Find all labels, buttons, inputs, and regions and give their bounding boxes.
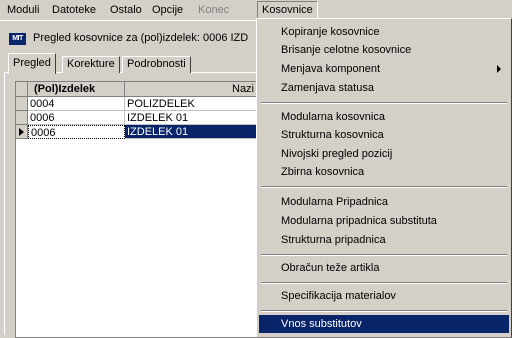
menu-separator	[261, 102, 507, 104]
menu-item-label: Menjava komponent	[281, 63, 381, 75]
tab-podrobnosti[interactable]: Podrobnosti	[122, 56, 191, 73]
menu-item-specifikacija-materialov[interactable]: Specifikacija materialov	[259, 287, 509, 305]
menu-item-strukturna-pripadnica[interactable]: Strukturna pripadnica	[259, 231, 509, 249]
app-logo-icon: MIT	[9, 33, 26, 45]
menu-item-strukturna-kosovnica[interactable]: Strukturna kosovnica	[259, 126, 509, 144]
menu-separator	[261, 254, 507, 256]
menu-item-modularna-pripadnica-substituta[interactable]: Modularna pripadnica substituta	[259, 212, 509, 230]
menu-opcije[interactable]: Opcije	[148, 2, 187, 18]
menu-separator	[261, 186, 507, 188]
cell-code[interactable]: 0004	[28, 97, 125, 111]
menu-ostalo[interactable]: Ostalo	[106, 2, 146, 18]
current-row-indicator[interactable]	[16, 125, 28, 139]
cell-code-current[interactable]: 0006	[28, 125, 125, 139]
menu-item-modularna-kosovnica[interactable]: Modularna kosovnica	[259, 108, 509, 126]
menu-item-modularna-pripadnica[interactable]: Modularna Pripadnica	[259, 193, 509, 211]
tab-pregled[interactable]: Pregled	[8, 53, 56, 74]
menu-separator	[261, 282, 507, 284]
menu-moduli[interactable]: Moduli	[3, 2, 43, 18]
menu-item-obracun-teze[interactable]: Obračun teže artikla	[259, 259, 509, 277]
column-header-polizdelek[interactable]: (Pol)Izdelek	[28, 82, 125, 97]
menu-kosovnice[interactable]: Kosovnice	[257, 1, 318, 19]
menu-item-nivojski-pregled[interactable]: Nivojski pregled pozicij	[259, 145, 509, 163]
row-indicator[interactable]	[16, 111, 28, 125]
submenu-arrow-icon	[497, 65, 501, 73]
menu-konec: Konec	[198, 4, 230, 16]
menu-item-kopiranje[interactable]: Kopiranje kosovnice	[259, 23, 509, 41]
grid-corner	[16, 82, 28, 97]
current-row-arrow-icon	[19, 128, 24, 136]
menu-item-brisanje[interactable]: Brisanje celotne kosovnice	[259, 41, 509, 59]
kosovnice-dropdown-menu: Kopiranje kosovnice Brisanje celotne kos…	[256, 18, 512, 337]
menu-item-menjava-komponent[interactable]: Menjava komponent	[259, 60, 509, 78]
window-title: Pregled kosovnice za (pol)izdelek: 0006 …	[33, 32, 249, 44]
menu-item-zbirna-kosovnica[interactable]: Zbirna kosovnica	[259, 163, 509, 181]
menu-datoteke[interactable]: Datoteke	[48, 2, 100, 18]
menu-separator	[261, 310, 507, 312]
tab-korekture[interactable]: Korekture	[62, 56, 120, 73]
menu-item-zamenjava-statusa[interactable]: Zamenjava statusa	[259, 79, 509, 97]
cell-code[interactable]: 0006	[28, 111, 125, 125]
menu-item-vnos-substitutov[interactable]: Vnos substitutov	[259, 315, 509, 333]
row-indicator[interactable]	[16, 97, 28, 111]
